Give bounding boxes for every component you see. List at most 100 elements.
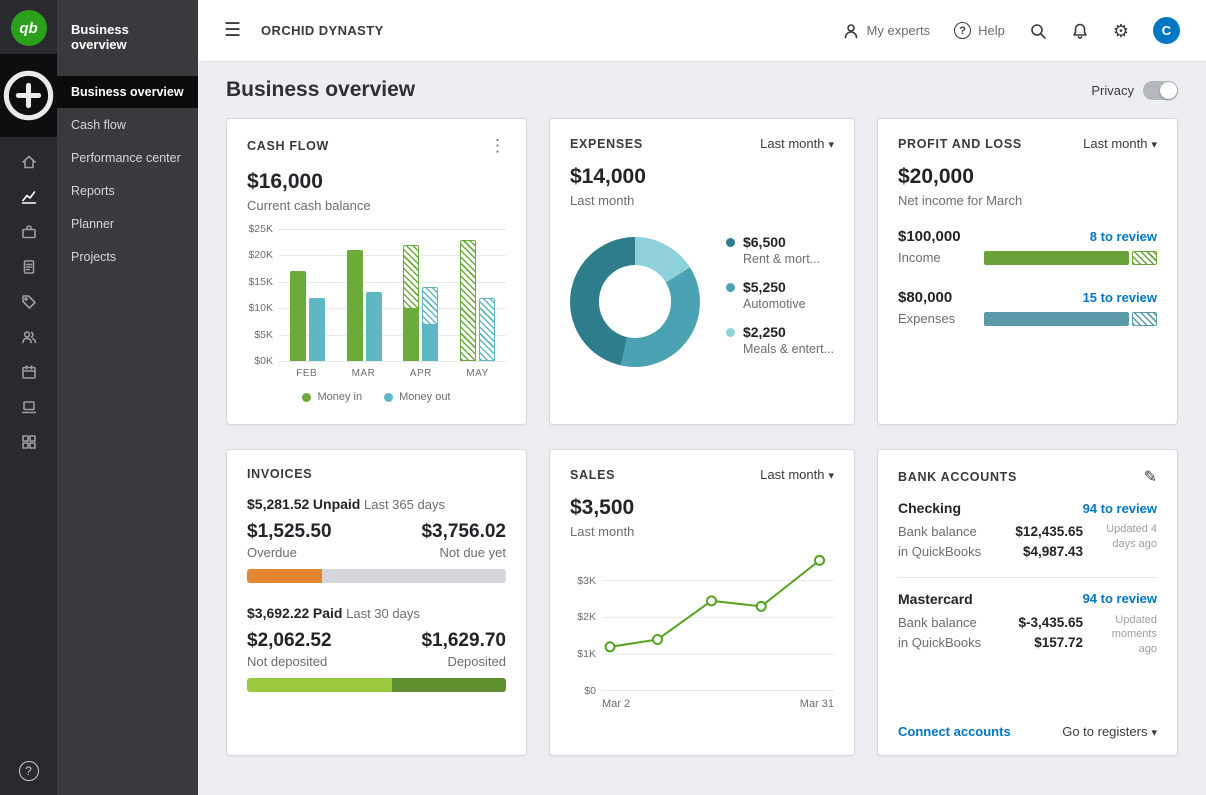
- my-experts-label: My experts: [866, 23, 931, 38]
- to-review-link[interactable]: 8 to review: [1090, 229, 1157, 244]
- pl-rows: $100,000 8 to review Income $80,000 15 to re…: [898, 228, 1157, 350]
- privacy-label: Privacy: [1091, 82, 1134, 98]
- sidebar-item-reports[interactable]: Reports: [57, 175, 198, 207]
- to-review-link[interactable]: 94 to review: [1083, 591, 1157, 606]
- cashflow-legend: Money in Money out: [247, 391, 506, 403]
- pl-progress-bar: [984, 311, 1157, 326]
- home-icon[interactable]: [20, 153, 38, 171]
- not-due-amount: $3,756.02: [421, 521, 506, 542]
- invoices-unpaid-bar[interactable]: [247, 569, 506, 583]
- privacy-toggle[interactable]: [1143, 80, 1178, 100]
- person-icon: [844, 23, 857, 38]
- donut-legend-item: $5,250 Automotive: [725, 279, 834, 311]
- connect-accounts-link[interactable]: Connect accounts: [898, 724, 1011, 739]
- help-icon[interactable]: ?: [18, 761, 39, 781]
- sidebar: Business overview Business overview Cash …: [57, 0, 198, 795]
- sales-period-dropdown[interactable]: Last month: [760, 467, 834, 482]
- sales-x-label-end: Mar 31: [799, 698, 834, 710]
- company-name[interactable]: ORCHID DYNASTY: [261, 23, 384, 38]
- donut-legend-item: $2,250 Meals & entert...: [725, 324, 834, 356]
- sidebar-item-cash-flow[interactable]: Cash flow: [57, 109, 198, 141]
- y-tick-label: $10K: [248, 302, 273, 315]
- add-new-section[interactable]: [0, 54, 57, 137]
- to-review-link[interactable]: 94 to review: [1083, 501, 1157, 516]
- pl-progress-bar: [984, 250, 1157, 265]
- cashflow-bar: [289, 271, 306, 361]
- x-tick-label: MAY: [466, 368, 489, 379]
- go-to-registers-dropdown[interactable]: Go to registers: [1062, 724, 1157, 739]
- sidebar-item-planner[interactable]: Planner: [57, 208, 198, 240]
- slice-amount: $6,500: [742, 234, 786, 250]
- bank-accounts-title: BANK ACCOUNTS: [898, 470, 1018, 484]
- hamburger-menu-icon[interactable]: ☰: [224, 19, 241, 42]
- sidebar-item-performance-center[interactable]: Performance center: [57, 142, 198, 174]
- device-icon[interactable]: [20, 398, 38, 416]
- y-tick-label: $25K: [248, 223, 273, 235]
- notifications-bell-icon[interactable]: [1071, 22, 1089, 40]
- card-invoices: INVOICES $5,281.52 Unpaid Last 365 days …: [226, 449, 527, 756]
- unpaid-status: Unpaid: [312, 496, 361, 512]
- profit-loss-title: PROFIT AND LOSS: [898, 136, 1022, 151]
- card-sales: SALES Last month $3,500 Last month $3K $2…: [548, 449, 855, 756]
- bar-group-may: [460, 229, 496, 361]
- y-tick-label: $5K: [254, 328, 273, 341]
- pl-row: $80,000 15 to review Expenses: [898, 289, 1157, 326]
- card-bank-accounts: BANK ACCOUNTS ✎ Checking 94 to review Bank…: [877, 449, 1178, 756]
- tag-icon[interactable]: [20, 293, 38, 311]
- legend-dot-icon: [725, 237, 735, 247]
- help-circle-icon: ?: [954, 22, 972, 39]
- main: ☰ ORCHID DYNASTY My experts ? Help ⚙ C B…: [198, 0, 1206, 795]
- qb-balance-label: in QuickBooks: [898, 544, 982, 560]
- search-icon[interactable]: [1029, 22, 1047, 40]
- edit-pencil-icon[interactable]: ✎: [1144, 467, 1157, 487]
- profit-loss-amount: $20,000: [898, 165, 974, 188]
- y-tick-label: $20K: [248, 249, 273, 262]
- paid-amount: $3,692.22: [247, 605, 310, 621]
- legend-item: Money in: [302, 391, 362, 403]
- help-button[interactable]: ? Help: [954, 22, 1005, 39]
- bank-balance-label: Bank balance: [898, 614, 977, 630]
- expenses-period-dropdown[interactable]: Last month: [760, 136, 834, 151]
- bank-balance-label: Bank balance: [898, 524, 977, 539]
- sales-plot: [601, 553, 834, 691]
- updated-status: Updated 4 days ago: [1106, 523, 1157, 550]
- invoices-paid-bar[interactable]: [247, 678, 506, 692]
- quickbooks-logo[interactable]: qb: [10, 10, 47, 46]
- not-deposited-amount: $2,062.52: [247, 630, 332, 651]
- cashflow-bar: [346, 250, 363, 361]
- slice-label: Meals & entert...: [742, 342, 834, 356]
- invoices-title: INVOICES: [247, 467, 313, 481]
- expenses-donut: [569, 236, 700, 367]
- plus-circle-icon[interactable]: [0, 67, 57, 124]
- bar-group-apr: [403, 229, 439, 361]
- legend-item: Money out: [384, 391, 451, 403]
- settings-gear-icon[interactable]: ⚙: [1113, 22, 1129, 40]
- profit-loss-period-dropdown[interactable]: Last month: [1083, 136, 1157, 151]
- calendar-icon[interactable]: [20, 363, 38, 381]
- y-tick-label: $3K: [577, 574, 596, 587]
- apps-grid-icon[interactable]: [20, 433, 38, 451]
- sales-subtitle: Last month: [569, 524, 635, 539]
- x-tick-label: MAR: [351, 368, 376, 379]
- account-name: Checking: [898, 500, 962, 516]
- bank-icon[interactable]: [20, 223, 38, 241]
- cash-flow-amount: $16,000: [247, 170, 323, 193]
- sidebar-item-projects[interactable]: Projects: [57, 241, 198, 273]
- legend-dot-icon: [384, 392, 394, 402]
- chart-line-icon[interactable]: [20, 188, 38, 206]
- users-icon[interactable]: [20, 328, 38, 346]
- kebab-menu-icon[interactable]: ⋮: [489, 136, 506, 156]
- sidebar-header: Business overview: [71, 22, 129, 52]
- sidebar-item-business-overview[interactable]: Business overview: [57, 76, 198, 108]
- receipt-icon[interactable]: [20, 258, 38, 276]
- user-avatar[interactable]: C: [1153, 17, 1180, 44]
- slice-amount: $2,250: [742, 324, 786, 340]
- sales-title: SALES: [569, 467, 616, 482]
- sales-y-axis: $3K $2K $1K $0: [570, 553, 602, 697]
- not-due-label: Not due yet: [439, 545, 506, 560]
- card-expenses: EXPENSES Last month $14,000 Last month $…: [548, 118, 855, 425]
- paid-status: Paid: [312, 605, 343, 621]
- my-experts-button[interactable]: My experts: [842, 22, 931, 40]
- to-review-link[interactable]: 15 to review: [1083, 290, 1157, 305]
- slice-amount: $5,250: [742, 279, 786, 295]
